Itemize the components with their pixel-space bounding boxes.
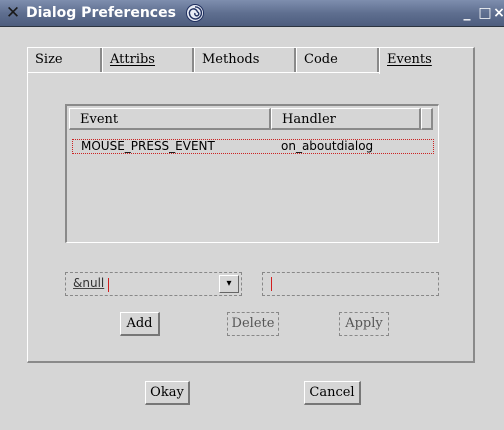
- tab-bar: Size Attribs Methods Code Events: [27, 48, 475, 74]
- row-handler: on_aboutdialog: [281, 139, 374, 153]
- event-combo[interactable]: &null ▾: [65, 272, 242, 296]
- tab-events[interactable]: Events: [379, 48, 475, 74]
- events-list[interactable]: Event Handler MOUSE_PRESS_EVENT on_about…: [65, 104, 439, 243]
- minimize-button[interactable]: _: [458, 3, 476, 23]
- tab-events-label: Events: [387, 52, 432, 67]
- tab-attribs-label: Attribs: [110, 52, 155, 67]
- title-bar: ✕ Dialog Preferences _ □ ×: [0, 0, 504, 27]
- column-header-event[interactable]: Event: [69, 108, 271, 130]
- tab-code[interactable]: Code: [296, 48, 379, 72]
- apply-button[interactable]: Apply: [339, 312, 389, 336]
- handler-input[interactable]: [262, 272, 439, 296]
- text-caret: [271, 277, 272, 291]
- chevron-down-icon[interactable]: ▾: [219, 275, 239, 293]
- column-header-filler: [421, 108, 433, 130]
- delete-button[interactable]: Delete: [227, 312, 279, 336]
- event-combo-value: &null: [73, 276, 105, 290]
- tab-divider: [27, 72, 379, 73]
- cancel-button[interactable]: Cancel: [304, 381, 361, 405]
- tab-attribs[interactable]: Attribs: [102, 48, 194, 72]
- close-button[interactable]: ×: [490, 3, 504, 23]
- text-caret: [108, 278, 109, 292]
- window-menu-icon[interactable]: ✕: [4, 4, 22, 22]
- okay-button[interactable]: Okay: [145, 381, 190, 405]
- table-row[interactable]: MOUSE_PRESS_EVENT on_aboutdialog: [72, 139, 434, 154]
- tab-size[interactable]: Size: [27, 48, 102, 72]
- window-title: Dialog Preferences: [26, 5, 176, 21]
- row-event: MOUSE_PRESS_EVENT: [81, 139, 215, 153]
- tab-methods[interactable]: Methods: [194, 48, 296, 72]
- add-button[interactable]: Add: [120, 312, 160, 336]
- swirl-icon: [186, 4, 204, 22]
- column-header-handler[interactable]: Handler: [271, 108, 421, 130]
